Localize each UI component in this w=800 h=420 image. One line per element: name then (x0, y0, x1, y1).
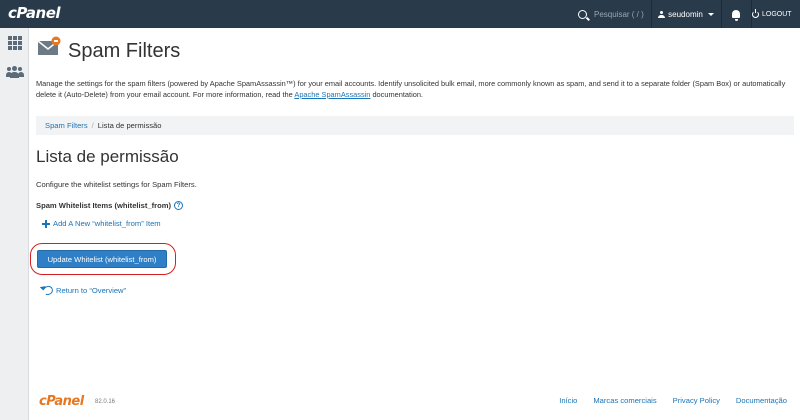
notifications-button[interactable] (722, 0, 750, 28)
user-icon (658, 10, 666, 18)
search-input[interactable]: Pesquisar ( / ) (594, 10, 644, 19)
top-navbar: cPanel Pesquisar ( / ) seudomin LOGOUT (0, 0, 800, 28)
update-whitelist-button[interactable]: Update Whitelist (whitelist_from) (37, 250, 167, 268)
plus-icon (42, 219, 50, 228)
logout-icon (752, 8, 759, 18)
user-menu[interactable]: seudomin (652, 0, 720, 28)
configure-text: Configure the whitelist settings for Spa… (36, 180, 197, 189)
version-label: 82.0.16 (95, 399, 116, 405)
sidebar (0, 28, 29, 420)
breadcrumb-spam-filters-link[interactable]: Spam Filters (45, 121, 88, 130)
footer-link-trademarks[interactable]: Marcas comerciais (593, 396, 656, 405)
main-content: Spam Filters Manage the settings for the… (29, 28, 800, 420)
footer-logo[interactable]: cPanel (39, 394, 84, 409)
page-header: Spam Filters (29, 28, 800, 72)
logout-label: LOGOUT (762, 10, 792, 18)
chevron-down-icon (707, 12, 714, 16)
username-label: seudomin (668, 9, 703, 19)
breadcrumb: Spam Filters / Lista de permissão (36, 116, 794, 135)
breadcrumb-separator: / (91, 121, 94, 130)
footer-link-privacy[interactable]: Privacy Policy (673, 396, 720, 405)
breadcrumb-current: Lista de permissão (97, 121, 162, 130)
footer-link-docs[interactable]: Documentação (736, 396, 787, 405)
add-whitelist-item-link[interactable]: Add A New “whitelist_from” Item (42, 219, 161, 228)
undo-icon (41, 284, 55, 297)
add-whitelist-item-label: Add A New “whitelist_from” Item (53, 219, 161, 228)
spamassassin-doc-link[interactable]: Apache SpamAssassin (294, 90, 370, 99)
section-heading: Lista de permissão (36, 147, 179, 166)
return-overview-label: Return to “Overview” (56, 286, 127, 295)
help-icon[interactable]: ? (174, 201, 184, 210)
footer-links: Início Marcas comerciais Privacy Policy … (543, 396, 787, 405)
return-overview-link[interactable]: Return to “Overview” (41, 284, 127, 297)
page-description: Manage the settings for the spam filters… (36, 78, 794, 100)
users-icon[interactable] (6, 66, 24, 78)
logout-button[interactable]: LOGOUT (752, 0, 800, 28)
grid-icon[interactable] (8, 36, 22, 50)
description-text-end: documentation. (370, 90, 423, 99)
whitelist-items-label-text: Spam Whitelist Items (whitelist_from) (36, 201, 172, 210)
search-icon (578, 9, 587, 19)
page-title: Spam Filters (68, 40, 181, 62)
whitelist-items-label: Spam Whitelist Items (whitelist_from) ? (36, 201, 184, 210)
bell-icon (732, 10, 740, 21)
footer-link-home[interactable]: Início (559, 396, 577, 405)
cpanel-logo[interactable]: cPanel (8, 4, 61, 22)
search-box[interactable]: Pesquisar ( / ) (566, 0, 650, 28)
mail-settings-icon (37, 36, 61, 55)
